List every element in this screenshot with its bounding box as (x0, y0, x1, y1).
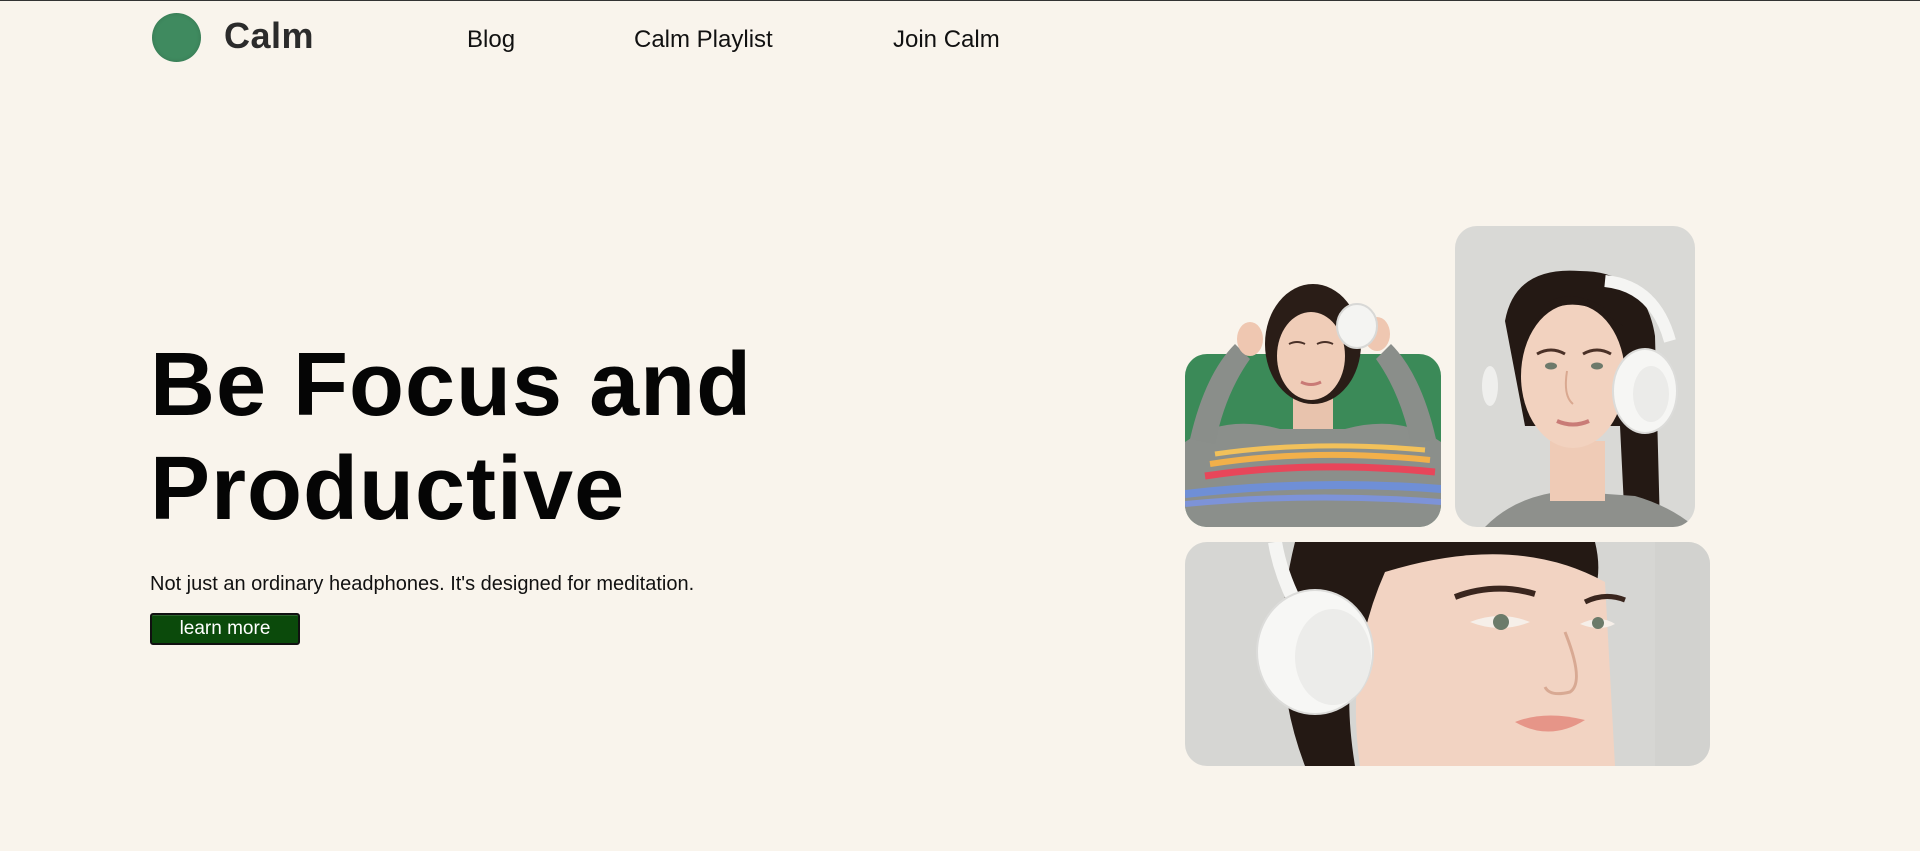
learn-more-button[interactable]: learn more (150, 613, 300, 645)
nav-link-blog[interactable]: Blog (467, 26, 515, 54)
hero-title: Be Focus and Productive (150, 333, 850, 541)
hero-subtitle: Not just an ordinary headphones. It's de… (150, 573, 695, 595)
top-navigation: Calm Blog Calm Playlist Join Calm (0, 1, 1920, 77)
woman-white-headphones-portrait-image (1455, 226, 1695, 527)
nav-link-join-calm[interactable]: Join Calm (893, 26, 1000, 54)
brand-logo-icon[interactable] (152, 13, 201, 62)
woman-headphones-green-backdrop-image (1185, 264, 1441, 527)
nav-link-calm-playlist[interactable]: Calm Playlist (634, 26, 773, 54)
brand-name[interactable]: Calm (224, 15, 314, 57)
hero-title-line-2: Productive (150, 439, 626, 539)
woman-headphones-closeup-image (1185, 542, 1710, 766)
hero-title-line-1: Be Focus and (150, 335, 753, 435)
